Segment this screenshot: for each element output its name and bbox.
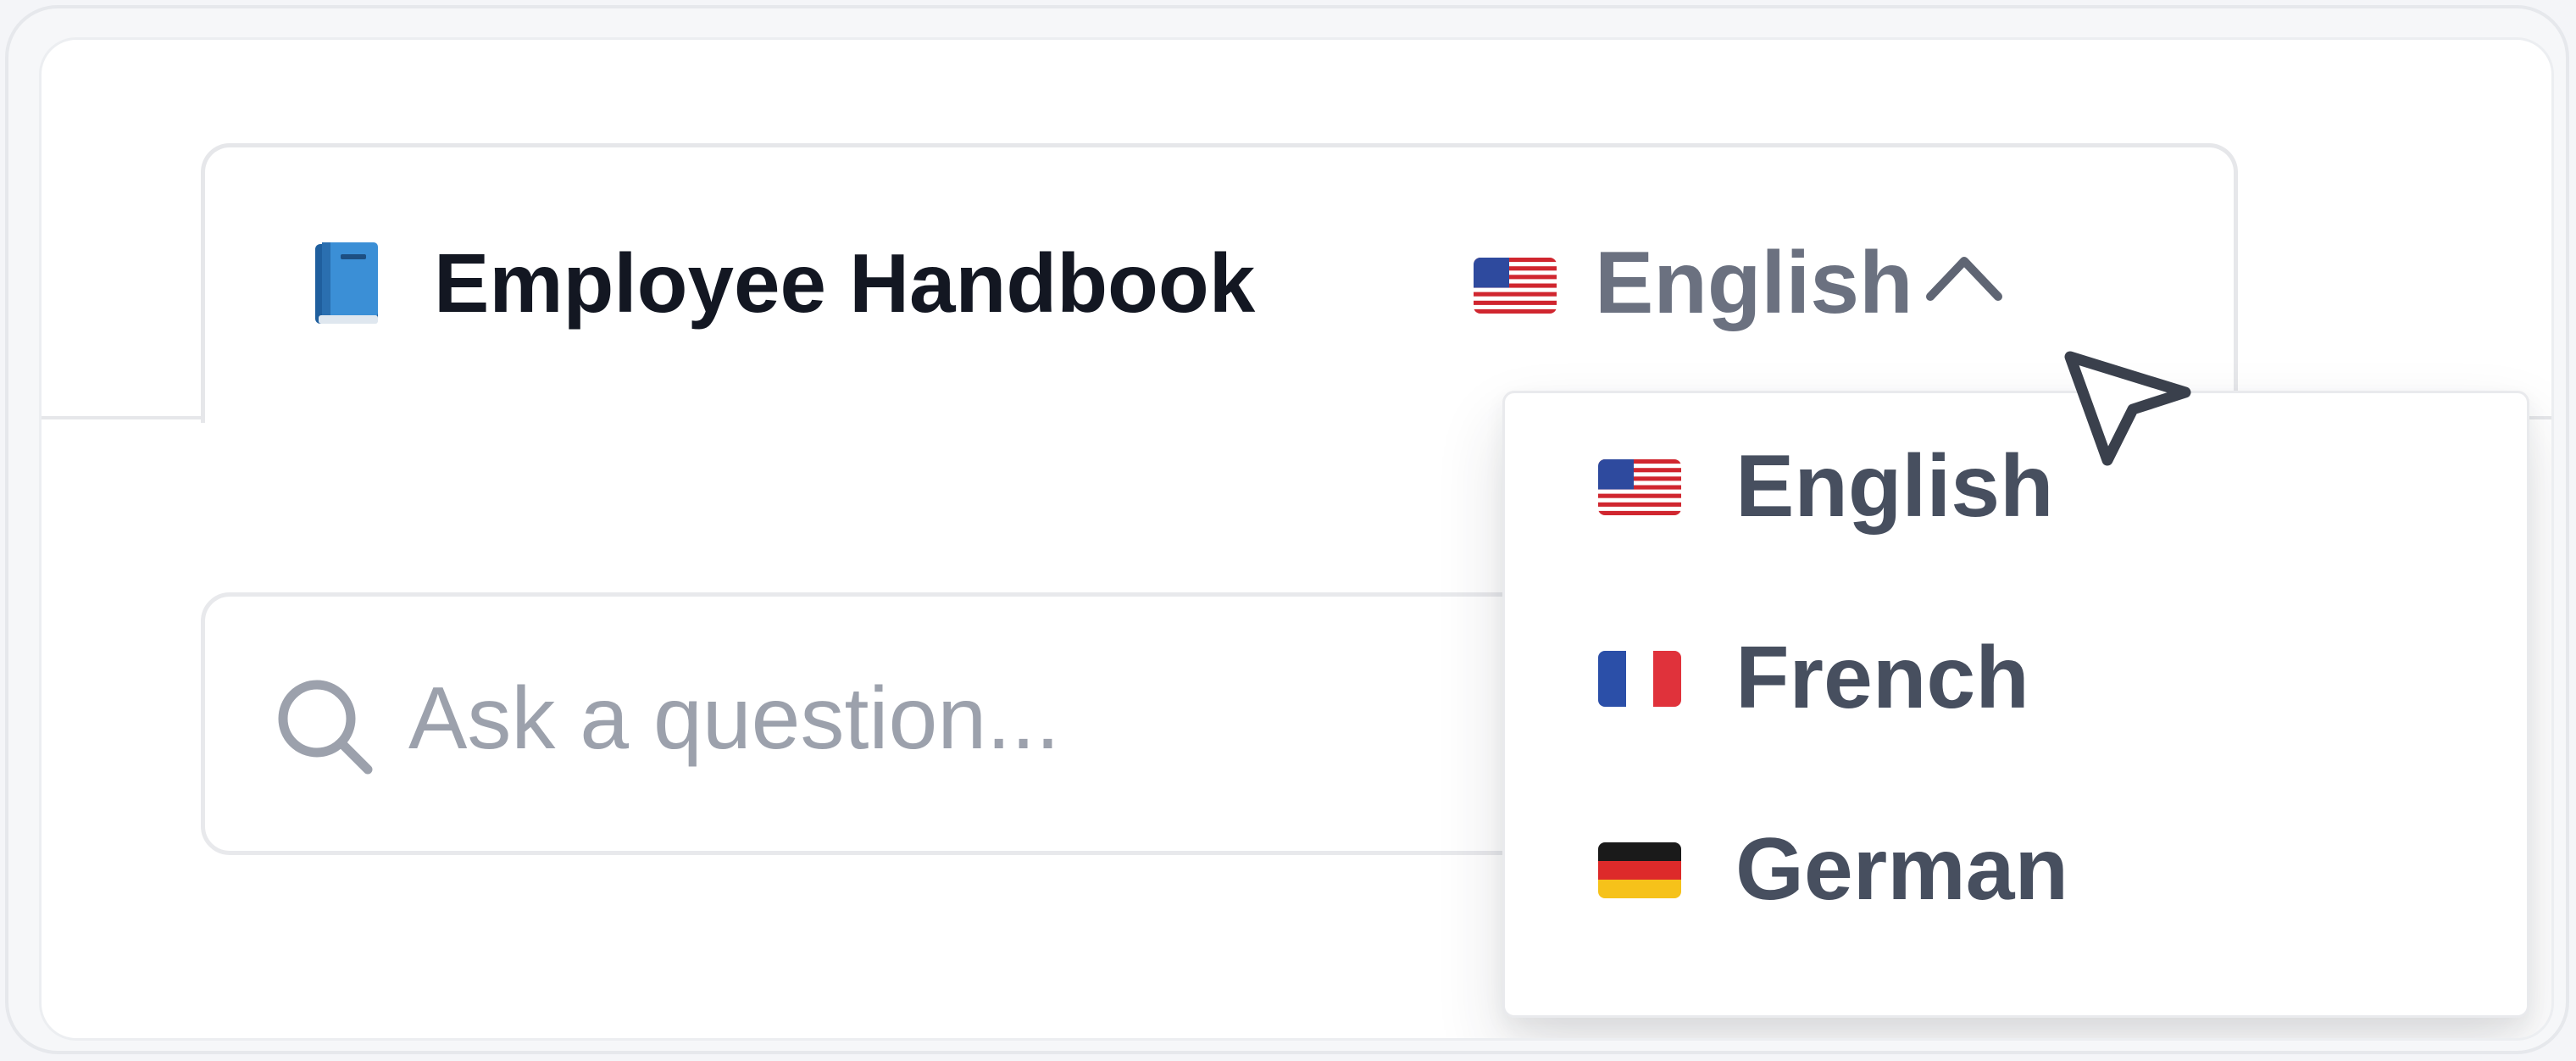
us-flag-icon	[1598, 459, 1681, 515]
language-option-label: German	[1735, 820, 2069, 919]
handbook-panel: Employee Handbook English Ask a question…	[39, 37, 2554, 1041]
germany-flag-icon	[1598, 842, 1681, 898]
chevron-up-icon[interactable]	[1924, 247, 2005, 307]
search-icon	[278, 680, 373, 775]
blue-book-icon	[315, 242, 378, 324]
mouse-cursor-icon	[2064, 351, 2191, 466]
language-option-label: French	[1735, 629, 2029, 727]
language-dropdown-menu: English French German	[1502, 391, 2529, 1018]
tab-employee-handbook[interactable]: Employee Handbook English	[201, 143, 2238, 423]
search-input[interactable]: Ask a question...	[201, 592, 1641, 855]
window-frame: Employee Handbook English Ask a question…	[5, 5, 2569, 1054]
language-option-french[interactable]: French	[1505, 585, 2527, 771]
page-title: Employee Handbook	[434, 236, 1256, 330]
language-option-german[interactable]: German	[1505, 776, 2527, 963]
search-placeholder: Ask a question...	[408, 669, 1060, 768]
selected-language: English	[1595, 234, 1913, 332]
us-flag-icon	[1474, 258, 1557, 314]
language-select[interactable]: English	[1455, 220, 2116, 347]
language-option-english[interactable]: English	[1505, 393, 2527, 580]
language-option-label: English	[1735, 437, 2054, 536]
france-flag-icon	[1598, 651, 1681, 707]
